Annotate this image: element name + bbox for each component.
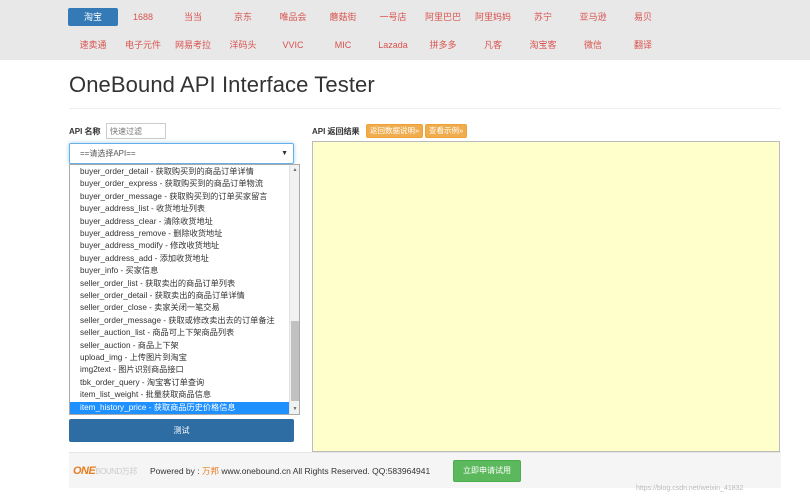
api-option[interactable]: buyer_address_list - 收货地址列表 xyxy=(70,203,290,215)
nav-item[interactable]: 亚马逊 xyxy=(568,8,618,26)
nav-item[interactable]: 拼多多 xyxy=(418,36,468,54)
nav-item[interactable]: 电子元件 xyxy=(118,36,168,54)
api-option[interactable]: buyer_address_remove - 删除收货地址 xyxy=(70,228,290,240)
nav-item[interactable]: 1688 xyxy=(118,8,168,26)
api-filter-input[interactable] xyxy=(106,123,166,139)
api-option[interactable]: item_history_price - 获取商品历史价格信息 xyxy=(70,401,290,414)
nav-row-1: 淘宝 1688 当当 京东 唯品会 蘑菇街 一号店 阿里巴巴 阿里妈妈 苏宁 亚马逊 易贝 xyxy=(0,8,810,28)
nav-item[interactable]: 易贝 xyxy=(618,8,668,26)
api-name-label: API 名称 xyxy=(69,127,101,136)
nav-item[interactable]: VVIC xyxy=(268,36,318,54)
api-option[interactable]: seller_order_list - 获取卖出的商品订单列表 xyxy=(70,278,290,290)
api-options-list[interactable]: buyer_order_detail - 获取购买到的商品订单详情 buyer_o… xyxy=(69,164,300,415)
logo-cn: 万邦 xyxy=(121,467,138,476)
api-result-panel[interactable] xyxy=(312,141,780,452)
view-example-button[interactable]: 查看示例» xyxy=(425,124,468,138)
scroll-down-icon[interactable]: ▼ xyxy=(290,404,299,414)
nav-item[interactable]: 一号店 xyxy=(368,8,418,26)
nav-item[interactable]: 微信 xyxy=(568,36,618,54)
nav-item[interactable]: 蘑菇街 xyxy=(318,8,368,26)
footer: ONEBOUND万邦 Powered by : 万邦 www.onebound.… xyxy=(69,452,781,488)
api-option[interactable]: seller_auction_list - 商品可上下架商品列表 xyxy=(70,327,290,339)
api-select-value: ==请选择API== xyxy=(80,149,136,158)
nav-item[interactable]: 当当 xyxy=(168,8,218,26)
api-option[interactable]: img2text - 图片识别商品接口 xyxy=(70,364,290,376)
api-option[interactable]: buyer_address_clear - 清除收货地址 xyxy=(70,216,290,228)
test-button[interactable]: 测试 xyxy=(69,419,294,442)
powered-suffix: www.onebound.cn All Rights Reserved. QQ:… xyxy=(221,466,431,476)
top-nav: 淘宝 1688 当当 京东 唯品会 蘑菇街 一号店 阿里巴巴 阿里妈妈 苏宁 亚马逊 易贝 速卖通 电子… xyxy=(0,0,810,60)
onebound-logo: ONEBOUND万邦 xyxy=(73,465,137,477)
nav-item[interactable]: 阿里妈妈 xyxy=(468,8,518,26)
nav-item[interactable]: 翻译 xyxy=(618,36,668,54)
logo-sub: BOUND xyxy=(95,467,122,476)
nav-item[interactable]: Lazada xyxy=(368,36,418,54)
api-result-label: API 返回结果 xyxy=(312,127,360,136)
api-option[interactable]: upload_img - 上传图片到淘宝 xyxy=(70,352,290,364)
scroll-up-icon[interactable]: ▲ xyxy=(290,165,299,175)
nav-item[interactable]: 阿里巴巴 xyxy=(418,8,468,26)
powered-brand: 万邦 xyxy=(202,466,220,476)
watermark: https://blog.csdn.net/weixin_41832 xyxy=(636,485,744,492)
api-option[interactable]: tbk_order_query - 淘宝客订单查询 xyxy=(70,377,290,389)
nav-item[interactable]: 淘宝 xyxy=(68,8,118,26)
scrollbar-thumb[interactable] xyxy=(291,321,299,401)
api-option[interactable]: buyer_order_express - 获取购买到的商品订单物流 xyxy=(70,178,290,190)
nav-item[interactable]: 凡客 xyxy=(468,36,518,54)
nav-item[interactable]: 淘宝客 xyxy=(518,36,568,54)
api-option[interactable]: seller_order_message - 获取或修改卖出去的订单备注 xyxy=(70,315,290,327)
nav-item[interactable]: 苏宁 xyxy=(518,8,568,26)
divider xyxy=(69,108,781,109)
api-option[interactable]: buyer_address_modify - 修改收货地址 xyxy=(70,240,290,252)
nav-item[interactable]: 洋码头 xyxy=(218,36,268,54)
nav-item[interactable]: 网易考拉 xyxy=(168,36,218,54)
api-select[interactable]: ==请选择API== ▼ xyxy=(69,143,294,164)
logo-main: ONE xyxy=(73,465,96,477)
return-doc-button[interactable]: 返回数据说明» xyxy=(366,124,424,138)
nav-item[interactable]: 京东 xyxy=(218,8,268,26)
list-scrollbar[interactable]: ▲ ▼ xyxy=(289,165,299,414)
nav-item[interactable]: 速卖通 xyxy=(68,36,118,54)
apply-trial-button[interactable]: 立即申请试用 xyxy=(453,460,521,482)
api-option[interactable]: seller_order_close - 卖家关闭一笔交易 xyxy=(70,302,290,314)
nav-item[interactable]: MIC xyxy=(318,36,368,54)
nav-item[interactable]: 唯品会 xyxy=(268,8,318,26)
api-option[interactable]: item_list_weight - 批量获取商品信息 xyxy=(70,389,290,401)
api-option[interactable]: buyer_order_message - 获取购买到的订单买家留言 xyxy=(70,191,290,203)
nav-row-2: 速卖通 电子元件 网易考拉 洋码头 VVIC MIC Lazada 拼多多 凡客 淘宝客 微信 翻译 xyxy=(0,36,810,56)
api-option[interactable]: buyer_order_detail - 获取购买到的商品订单详情 xyxy=(70,166,290,178)
footer-text: Powered by : 万邦 www.onebound.cn All Righ… xyxy=(150,465,430,477)
api-option[interactable]: seller_auction - 商品上下架 xyxy=(70,340,290,352)
powered-prefix: Powered by : xyxy=(150,466,200,476)
api-option[interactable]: buyer_address_add - 添加收货地址 xyxy=(70,253,290,265)
api-option[interactable]: buyer_info - 买家信息 xyxy=(70,265,290,277)
page-title: OneBound API Interface Tester xyxy=(69,72,375,97)
api-option[interactable]: seller_order_detail - 获取卖出的商品订单详情 xyxy=(70,290,290,302)
chevron-down-icon: ▼ xyxy=(281,150,288,157)
